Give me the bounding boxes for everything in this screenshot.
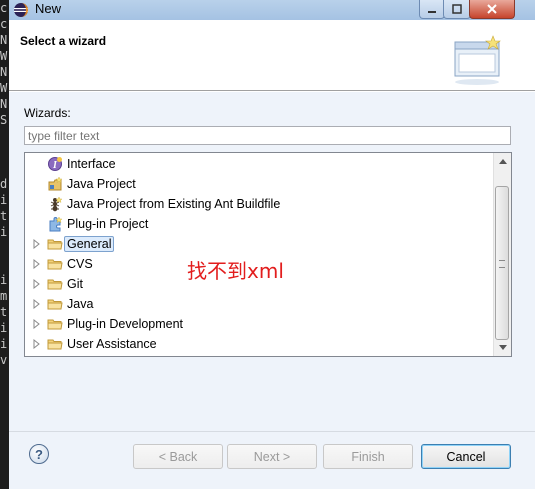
tree-item-java[interactable]: Java (33, 295, 94, 313)
title-bar[interactable]: New (9, 0, 535, 20)
tree-item-general[interactable]: General (33, 235, 115, 253)
background-char: v (0, 353, 8, 367)
expand-arrow-icon[interactable] (33, 259, 41, 269)
background-char: i (0, 225, 8, 239)
tree-item-label: User Assistance (67, 337, 157, 351)
tree-item-label: Interface (67, 157, 116, 171)
tree-item-cvs[interactable]: CVS (33, 255, 93, 273)
tree-item-label: Java Project from Existing Ant Buildfile (67, 197, 281, 211)
expand-arrow-icon[interactable] (33, 279, 41, 289)
help-icon: ? (35, 446, 43, 462)
background-char: m (0, 289, 8, 303)
background-char (0, 256, 9, 272)
header-separator-highlight (9, 91, 535, 92)
interface-icon: I (48, 157, 62, 171)
window-title: New (35, 1, 62, 16)
arrow-down-icon (498, 345, 507, 350)
background-char (0, 240, 9, 256)
tree-item-label: Plug-in Project (67, 217, 149, 231)
tree-item-interface[interactable]: I Interface (47, 155, 116, 173)
tree-item-label: Java (67, 297, 94, 311)
scroll-up-button[interactable] (494, 153, 511, 170)
wizard-banner-icon (454, 35, 501, 85)
folder-icon (47, 299, 63, 310)
page-title: Select a wizard (20, 34, 107, 48)
folder-icon (47, 259, 63, 270)
background-char (0, 128, 9, 144)
scroll-down-button[interactable] (494, 339, 511, 356)
background-char: i (0, 337, 8, 351)
background-char (0, 160, 9, 176)
tree-item-label: Plug-in Development (67, 317, 184, 331)
filter-input[interactable] (24, 126, 511, 145)
background-char: d (0, 177, 8, 191)
help-button[interactable]: ? (29, 444, 49, 464)
cancel-button[interactable]: Cancel (421, 444, 511, 469)
tree-item-git[interactable]: Git (33, 275, 83, 293)
background-char: W (0, 49, 8, 63)
tree-item-plugin-development[interactable]: Plug-in Development (33, 315, 184, 333)
expand-arrow-icon[interactable] (33, 339, 41, 349)
tree-item-label: CVS (67, 257, 93, 271)
scrollbar-grip-icon (499, 260, 505, 268)
next-button[interactable]: Next > (227, 444, 317, 469)
expand-arrow-icon[interactable] (33, 319, 41, 329)
background-char: t (0, 305, 8, 319)
background-char: i (0, 193, 8, 207)
expand-arrow-icon[interactable] (33, 299, 41, 309)
arrow-up-icon (498, 159, 507, 164)
background-char: S (0, 113, 8, 127)
wizards-label: Wizards: (24, 106, 71, 120)
maximize-button[interactable] (443, 0, 471, 19)
tree-item-plugin-project[interactable]: Plug-in Project (47, 215, 148, 233)
tree-item-ant-project[interactable]: Java Project from Existing Ant Buildfile (47, 195, 280, 213)
scrollbar-thumb[interactable] (495, 186, 509, 340)
java-project-icon (48, 176, 63, 191)
folder-icon (47, 279, 63, 290)
maximize-icon (452, 4, 462, 14)
back-button[interactable]: < Back (133, 444, 223, 469)
tree-item-label: Git (67, 277, 83, 291)
background-char: t (0, 209, 8, 223)
background-char: i (0, 273, 8, 287)
minimize-icon (428, 11, 436, 13)
background-char: c (0, 17, 8, 31)
new-wizard-dialog: New Select a wizard Wizards: I (9, 0, 535, 489)
background-editor-strip: c c N W N W N S d i t i i m t i i v (0, 0, 9, 489)
tree-item-label: Java Project (67, 177, 136, 191)
background-char: i (0, 321, 8, 335)
tree-item-user-assistance[interactable]: User Assistance (33, 335, 157, 353)
tree-item-label: General (64, 236, 115, 252)
vertical-scrollbar[interactable] (493, 153, 511, 356)
finish-button[interactable]: Finish (323, 444, 413, 469)
tree-item-java-project[interactable]: Java Project (47, 175, 136, 193)
button-bar-separator (9, 431, 535, 432)
folder-icon (47, 239, 63, 250)
close-button[interactable] (469, 0, 515, 19)
close-icon (487, 4, 497, 14)
ant-icon (50, 196, 63, 212)
background-char: N (0, 97, 8, 111)
folder-icon (47, 319, 63, 330)
annotation-text: 找不到xml (187, 259, 284, 283)
background-char: N (0, 33, 8, 47)
plugin-project-icon (49, 216, 63, 232)
background-char: c (0, 1, 8, 15)
minimize-button[interactable] (419, 0, 445, 19)
background-char (0, 144, 9, 160)
wizard-header: Select a wizard (9, 20, 535, 90)
eclipse-icon (14, 3, 28, 17)
folder-icon (47, 339, 63, 350)
expand-arrow-icon[interactable] (33, 239, 41, 249)
background-char: W (0, 81, 8, 95)
background-char: N (0, 65, 8, 79)
